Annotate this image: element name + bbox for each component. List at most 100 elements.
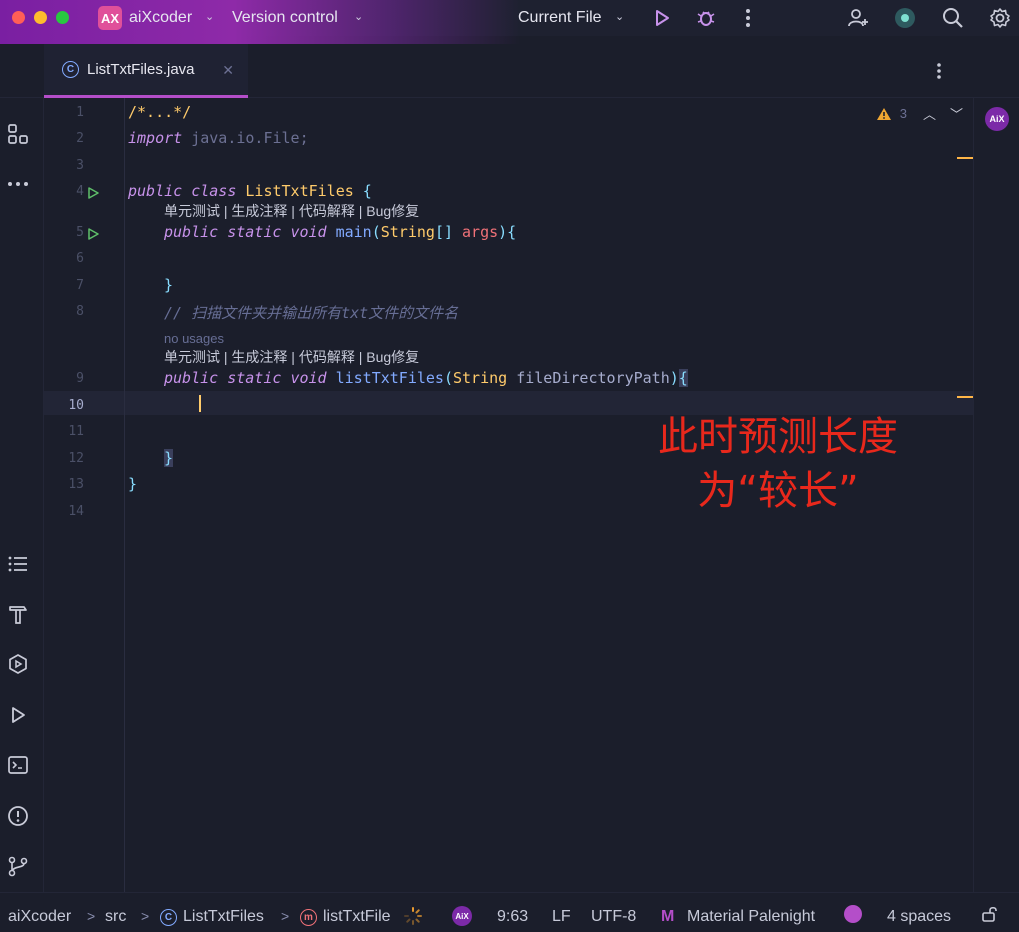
matched-brace: }	[164, 449, 173, 467]
previous-highlight-icon[interactable]: ︿	[923, 104, 936, 123]
code-line-4: public class ListTxtFiles {	[128, 182, 372, 200]
add-user-icon[interactable]	[846, 6, 870, 30]
warning-count: 3	[900, 106, 907, 121]
git-branch-icon[interactable]	[3, 851, 33, 881]
matched-brace: {	[679, 369, 688, 387]
breadcrumb-chevron-icon: >	[281, 908, 289, 924]
zoom-window-button[interactable]	[56, 11, 69, 24]
right-tool-window-bar: AiX	[973, 44, 1019, 892]
breadcrumb-method-label: listTxtFile	[323, 908, 391, 926]
warning-stripe-marker[interactable]	[957, 157, 973, 159]
build-hammer-icon[interactable]	[3, 599, 33, 629]
caret-position[interactable]: 9:63	[497, 908, 528, 926]
debug-icon[interactable]	[694, 6, 718, 30]
line-number: 3	[44, 158, 84, 173]
search-icon[interactable]	[941, 6, 965, 30]
ai-assistant-icon[interactable]	[893, 6, 917, 30]
breadcrumb-project[interactable]: aiXcoder	[8, 908, 71, 926]
class-name: ListTxtFiles	[245, 182, 353, 200]
code-line-9: public static void listTxtFiles(String f…	[164, 369, 688, 387]
warning-icon	[876, 107, 892, 121]
paren-brace: ){	[498, 223, 516, 241]
java-class-icon: C	[160, 909, 177, 926]
keyword: public	[128, 182, 182, 200]
keyword: static	[227, 369, 281, 387]
run-class-gutter-icon[interactable]	[87, 184, 99, 196]
terminal-icon[interactable]	[3, 750, 33, 780]
keyword: public	[164, 369, 218, 387]
method-name: main	[336, 223, 372, 241]
minimize-window-button[interactable]	[34, 11, 47, 24]
brace: {	[354, 182, 372, 200]
paren: (	[372, 223, 381, 241]
more-icon[interactable]	[736, 6, 760, 30]
vcs-menu[interactable]: Version control	[232, 9, 338, 27]
breadcrumb-src[interactable]: src	[105, 908, 126, 926]
breadcrumb-chevron-icon: >	[87, 908, 95, 924]
services-icon[interactable]	[3, 649, 33, 679]
line-number: 12	[44, 451, 84, 466]
breadcrumb-method[interactable]: m listTxtFile	[300, 908, 391, 926]
tab-listtxtfiles[interactable]: C ListTxtFiles.java ✕	[44, 44, 248, 98]
keyword: void	[290, 369, 326, 387]
code-line-1: /*...*/	[128, 103, 191, 121]
run-main-gutter-icon[interactable]	[87, 225, 99, 237]
brace: }	[128, 475, 137, 493]
code-editor[interactable]: 1 2 3 4 5 6 7 8 9 10 11 12 13 14 /*...*/…	[44, 98, 973, 892]
type-name: String	[453, 369, 507, 387]
aixcoder-status-icon[interactable]: AiX	[452, 906, 472, 926]
editor-tab-bar: C ListTxtFiles.java ✕	[0, 44, 1019, 98]
parameter: args	[462, 223, 498, 241]
warning-stripe-marker[interactable]	[957, 396, 973, 398]
theme-color-swatch[interactable]	[844, 905, 862, 923]
project-name[interactable]: aiXcoder	[129, 9, 192, 27]
todo-list-icon[interactable]	[3, 549, 33, 579]
brace: }	[164, 276, 173, 294]
theme-name[interactable]: Material Palenight	[687, 908, 815, 926]
folded-comment[interactable]: /*...*/	[128, 103, 191, 121]
unlock-icon[interactable]	[980, 905, 998, 928]
text-caret	[199, 395, 201, 412]
codelens-actions[interactable]: 单元测试 | 生成注释 | 代码解释 | Bug修复	[164, 201, 419, 221]
keyword: class	[191, 182, 236, 200]
inspection-widget[interactable]: 3 ︿ ﹀	[876, 104, 963, 123]
run-tool-icon[interactable]	[3, 700, 33, 730]
comment: // 扫描文件夹并输出所有txt文件的文件名	[164, 304, 458, 322]
settings-icon[interactable]	[988, 6, 1012, 30]
run-config-selector[interactable]: Current File	[518, 9, 602, 27]
code-line-7: }	[164, 276, 173, 294]
line-number: 1	[44, 105, 84, 120]
java-class-icon: C	[62, 61, 79, 78]
chevron-down-icon[interactable]: ⌄	[205, 10, 214, 23]
tab-label: ListTxtFiles.java	[87, 61, 195, 78]
type-name: String	[381, 223, 435, 241]
run-icon[interactable]	[650, 6, 674, 30]
chevron-down-icon[interactable]: ⌄	[615, 10, 624, 23]
next-highlight-icon[interactable]: ﹀	[950, 104, 963, 123]
file-encoding[interactable]: UTF-8	[591, 908, 636, 926]
close-window-button[interactable]	[12, 11, 25, 24]
line-separator[interactable]: LF	[552, 908, 571, 926]
aixcoder-plugin-icon[interactable]: AiX	[982, 104, 1012, 134]
usages-hint[interactable]: no usages	[164, 331, 224, 346]
line-number: 2	[44, 131, 84, 146]
indent-setting[interactable]: 4 spaces	[887, 908, 951, 926]
left-tool-window-bar	[0, 44, 44, 892]
breadcrumb-class[interactable]: C ListTxtFiles	[160, 908, 264, 926]
code-line-13: }	[128, 475, 137, 493]
code-line-12: }	[164, 449, 173, 467]
method-name: listTxtFiles	[336, 369, 444, 387]
chevron-down-icon[interactable]: ⌄	[354, 10, 363, 23]
title-bar: AX aiXcoder ⌄ Version control ⌄ Current …	[0, 0, 1019, 36]
code-line-2: import java.io.File;	[128, 129, 309, 147]
method-icon: m	[300, 909, 317, 926]
problems-icon[interactable]	[3, 801, 33, 831]
tab-options-icon[interactable]	[936, 62, 942, 85]
keyword: static	[227, 223, 281, 241]
structure-icon[interactable]	[3, 119, 33, 149]
more-tools-icon[interactable]	[3, 169, 33, 199]
codelens-actions[interactable]: 单元测试 | 生成注释 | 代码解释 | Bug修复	[164, 347, 419, 367]
close-tab-icon[interactable]: ✕	[222, 62, 234, 79]
line-number: 5	[44, 225, 84, 240]
project-badge[interactable]: AX	[98, 6, 122, 30]
